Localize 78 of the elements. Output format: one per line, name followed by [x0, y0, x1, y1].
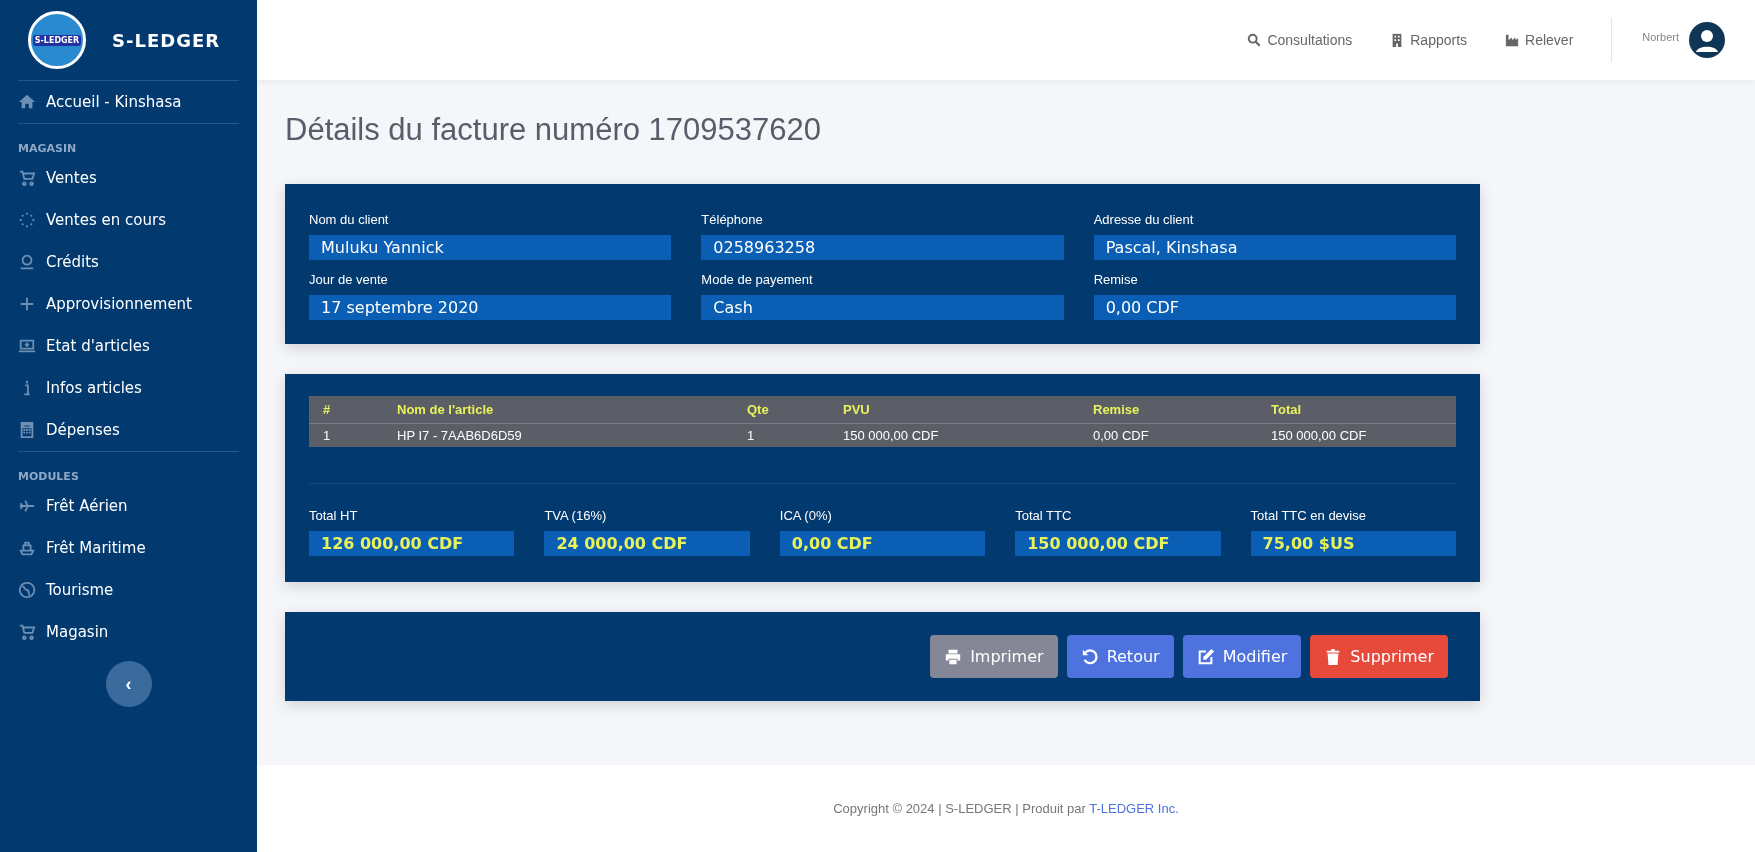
search-icon: [1247, 33, 1262, 47]
spinner-icon: [18, 211, 36, 229]
undo-icon: [1080, 647, 1099, 666]
home-icon: [18, 93, 36, 111]
total-label: Total TTC: [1015, 508, 1073, 523]
sidebar-item[interactable]: Etat d'articles: [18, 325, 239, 367]
laptop-icon: [18, 337, 36, 355]
total-value: 24 000,00 CDF: [544, 531, 750, 556]
field-value: Muluku Yannick: [309, 235, 672, 260]
column-header: Qte: [733, 396, 829, 424]
sidebar-item[interactable]: Frêt Aérien: [18, 485, 239, 527]
sidebar-item[interactable]: Dépenses: [18, 409, 239, 451]
sidebar-item[interactable]: Approvisionnement: [18, 283, 239, 325]
field-label: Téléphone: [701, 212, 764, 227]
total-label: ICA (0%): [779, 508, 833, 523]
total-value: 126 000,00 CDF: [309, 531, 515, 556]
company-link[interactable]: T-LEDGER Inc.: [1089, 801, 1179, 816]
table-cell: HP I7 - 7AAB6D6D59: [383, 423, 733, 447]
brand-name: S-LEDGER: [112, 29, 221, 51]
user-name: Norbert: [1642, 31, 1679, 43]
total-value: 0,00 CDF: [779, 531, 986, 556]
field-label: Jour de vente: [309, 272, 389, 287]
field-value: Cash: [701, 295, 1064, 320]
plus-icon: [18, 295, 36, 313]
avatar-icon[interactable]: [1689, 22, 1725, 58]
sidebar-item[interactable]: Frêt Maritime: [18, 527, 239, 569]
total-value: 75,00 $US: [1250, 531, 1456, 556]
back-button[interactable]: Retour: [1066, 635, 1174, 678]
sidebar-item[interactable]: Ventes en cours: [18, 199, 239, 241]
airplane-icon: [18, 497, 36, 515]
sidebar-heading: MAGASIN: [18, 142, 78, 155]
table-cell: 0,00 CDF: [1079, 423, 1257, 447]
delete-button[interactable]: Supprimer: [1310, 635, 1448, 678]
column-header: Nom de l'article: [383, 396, 733, 424]
field-value: 0258963258: [701, 235, 1064, 260]
total-value: 150 000,00 CDF: [1015, 531, 1221, 556]
ship-icon: [18, 539, 36, 557]
table-cell: 150 000,00 CDF: [1257, 423, 1456, 447]
logo: S-LEDGER: [28, 11, 86, 69]
total-label: Total HT: [309, 508, 359, 523]
cart-icon: [18, 623, 36, 641]
sidebar-item[interactable]: Crédits: [18, 241, 239, 283]
column-header: Total: [1257, 396, 1456, 424]
sidebar-item[interactable]: Accueil - Kinshasa: [18, 81, 239, 123]
column-header: PVU: [829, 396, 1079, 424]
cart-icon: [18, 169, 36, 187]
coin-icon: [18, 253, 36, 271]
field-value: Pascal, Kinshasa: [1093, 235, 1456, 260]
printer-icon: [944, 647, 963, 666]
column-header: Remise: [1079, 396, 1257, 424]
edit-icon: [1196, 647, 1215, 666]
nav-link[interactable]: Rapports: [1390, 32, 1468, 48]
print-button[interactable]: Imprimer: [930, 635, 1058, 678]
calculator-icon: [18, 421, 36, 439]
field-value: 0,00 CDF: [1093, 295, 1456, 320]
field-label: Mode de payement: [701, 272, 814, 287]
table-cell: 1: [309, 423, 383, 447]
field-label: Adresse du client: [1093, 212, 1195, 227]
field-label: Nom du client: [309, 212, 390, 227]
sidebar-item[interactable]: Ventes: [18, 157, 239, 199]
sidebar-item[interactable]: Infos articles: [18, 367, 239, 409]
table-cell: 150 000,00 CDF: [829, 423, 1079, 447]
nav-link[interactable]: Consultations: [1247, 32, 1353, 48]
factory-icon: [1505, 33, 1520, 47]
copyright-text: Copyright © 2024 | S-LEDGER | Produit par T-LEDGER Inc.: [833, 801, 1179, 816]
field-label: Remise: [1093, 272, 1139, 287]
nav-link[interactable]: Relever: [1505, 32, 1574, 48]
edit-button[interactable]: Modifier: [1182, 635, 1302, 678]
sidebar-heading: MODULES: [18, 470, 80, 483]
table-cell: 1: [733, 423, 829, 447]
sidebar-item[interactable]: Magasin: [18, 611, 239, 653]
column-header: #: [309, 396, 383, 424]
total-label: Total TTC en devise: [1250, 508, 1367, 523]
collapse-button[interactable]: ‹: [105, 661, 152, 707]
sidebar-item[interactable]: Tourisme: [18, 569, 239, 611]
page-title: Détails du facture numéro 1709537620: [285, 112, 822, 148]
total-label: TVA (16%): [544, 508, 608, 523]
field-value: 17 septembre 2020: [309, 295, 672, 320]
